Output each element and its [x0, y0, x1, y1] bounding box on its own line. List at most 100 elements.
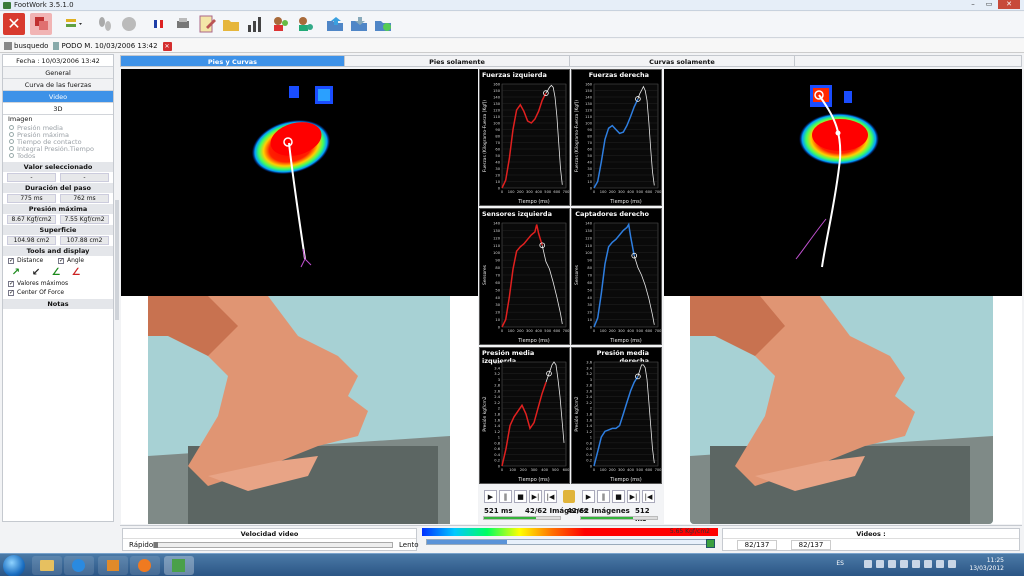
tray-icon[interactable]: [924, 560, 932, 568]
tray-icon[interactable]: [876, 560, 884, 568]
sidebar-item-video[interactable]: Video: [3, 91, 113, 103]
tab-pies-solamente[interactable]: Pies solamente: [345, 55, 570, 67]
edit-document-button[interactable]: [196, 13, 218, 35]
folder-icon: [223, 20, 239, 31]
y-tick-label: 160: [585, 83, 593, 87]
play-right-button[interactable]: ▶: [582, 490, 595, 503]
superficie-right: 107.88 cm2: [60, 236, 109, 245]
gait-button[interactable]: [118, 13, 140, 35]
left-pressure-map[interactable]: [121, 69, 478, 296]
exit-button[interactable]: ✕: [3, 13, 25, 35]
x-tick-label: 600: [553, 329, 561, 333]
y-tick-label: 0.4: [586, 453, 592, 457]
taskbar-ie[interactable]: [64, 556, 94, 575]
remove-distance-icon[interactable]: ↙: [29, 267, 43, 279]
step-back-right-button[interactable]: |◀: [642, 490, 655, 503]
play-left-button[interactable]: ▶: [484, 490, 497, 503]
list-button[interactable]: [62, 13, 84, 35]
patient-button[interactable]: [270, 13, 292, 35]
tab-curvas-solamente[interactable]: Curvas solamente: [570, 55, 795, 67]
tray-icon[interactable]: [900, 560, 908, 568]
sidebar-item-general[interactable]: General: [3, 67, 113, 79]
left-progress-bar[interactable]: [483, 516, 561, 520]
tray-icon[interactable]: [888, 560, 896, 568]
footprints-button[interactable]: [94, 13, 116, 35]
tray-icon[interactable]: [912, 560, 920, 568]
language-indicator[interactable]: ES: [836, 560, 844, 567]
y-tick-label: 3.2: [586, 372, 592, 376]
maximize-button[interactable]: ▭: [982, 0, 996, 9]
start-button[interactable]: [3, 555, 25, 576]
taskbar-explorer[interactable]: [32, 556, 62, 575]
left-progress-fill: [484, 517, 536, 519]
chart-tool-button[interactable]: [244, 13, 266, 35]
stop-left-button[interactable]: ■: [514, 490, 527, 503]
sync-lock-icon[interactable]: [563, 490, 575, 503]
angle-checkbox[interactable]: Angle: [53, 256, 84, 265]
hardware-button[interactable]: [172, 13, 194, 35]
y-tick-label: 110: [493, 115, 501, 119]
add-angle-icon[interactable]: ∠: [49, 267, 63, 279]
right-progress-fill: [581, 517, 633, 519]
close-window-button[interactable]: ✕: [998, 0, 1020, 9]
y-tick-label: 30: [495, 303, 500, 307]
right-video[interactable]: [690, 296, 993, 524]
pause-icon: ‖: [503, 493, 508, 501]
step-back-icon: |◀: [644, 493, 653, 501]
network-button[interactable]: [372, 13, 394, 35]
close-tab-button[interactable]: ✕: [162, 41, 172, 51]
left-video[interactable]: [148, 296, 450, 524]
y-tick-label: 110: [585, 115, 593, 119]
taskbar-footwork[interactable]: [164, 556, 194, 575]
play-icon: ▶: [585, 493, 592, 501]
search-tab[interactable]: busquedo: [14, 42, 48, 50]
open-folder-button[interactable]: [220, 13, 242, 35]
clock[interactable]: 11:25 13/03/2012: [969, 557, 1004, 573]
patient-add-button[interactable]: [294, 13, 316, 35]
radio-todos[interactable]: Todos: [3, 152, 113, 160]
y-tick-label: 1.6: [586, 418, 592, 422]
import-button[interactable]: [348, 13, 370, 35]
tab-empty: [795, 55, 1022, 67]
tray-icon[interactable]: [948, 560, 956, 568]
y-tick-label: 2.4: [494, 395, 500, 399]
export-button[interactable]: [324, 13, 346, 35]
step-back-left-button[interactable]: |◀: [544, 490, 557, 503]
snapshot-icon[interactable]: [706, 539, 715, 548]
delete-records-button[interactable]: [30, 13, 52, 35]
pause-left-button[interactable]: ‖: [499, 490, 512, 503]
sidebar-item-force-curve[interactable]: Curva de las fuerzas: [3, 79, 113, 91]
stop-right-button[interactable]: ■: [612, 490, 625, 503]
y-tick-label: 10: [495, 180, 500, 184]
right-progress-bar[interactable]: [580, 516, 658, 520]
time-slider[interactable]: [426, 539, 715, 545]
x-tick-label: 500: [636, 190, 644, 194]
y-tick-label: 40: [495, 161, 500, 165]
list-icon: [66, 19, 82, 27]
step-forward-right-button[interactable]: ▶|: [627, 490, 640, 503]
right-pressure-map[interactable]: [664, 69, 1022, 296]
velocity-slider-thumb[interactable]: [154, 542, 158, 548]
add-distance-icon[interactable]: ↗: [9, 267, 23, 279]
tray-icon[interactable]: [936, 560, 944, 568]
taskbar-firefox[interactable]: [130, 556, 160, 575]
x-tick-label: 300: [526, 190, 534, 194]
minimize-button[interactable]: –: [966, 0, 980, 9]
patient-tab[interactable]: PODO M. 10/03/2006 13:42: [61, 42, 157, 50]
language-button[interactable]: [148, 13, 170, 35]
velocity-label: Velocidad video: [123, 529, 416, 539]
notas-header[interactable]: Notas: [3, 299, 113, 309]
step-forward-left-button[interactable]: ▶|: [529, 490, 542, 503]
remove-angle-icon[interactable]: ∠: [69, 267, 83, 279]
tray-icon[interactable]: [864, 560, 872, 568]
taskbar-media[interactable]: [98, 556, 128, 575]
tab-pies-y-curvas[interactable]: Pies y Curvas: [120, 55, 345, 67]
sidebar-splitter[interactable]: [115, 200, 119, 320]
velocity-slider[interactable]: [153, 542, 393, 548]
sidebar-item-3d[interactable]: 3D: [3, 103, 113, 115]
pause-right-button[interactable]: ‖: [597, 490, 610, 503]
y-tick-label: 140: [585, 96, 593, 100]
distance-checkbox[interactable]: Distance: [3, 256, 53, 265]
valores-maximos-checkbox[interactable]: Valores máximos: [3, 279, 113, 288]
center-of-force-checkbox[interactable]: Center Of Force: [3, 288, 113, 297]
